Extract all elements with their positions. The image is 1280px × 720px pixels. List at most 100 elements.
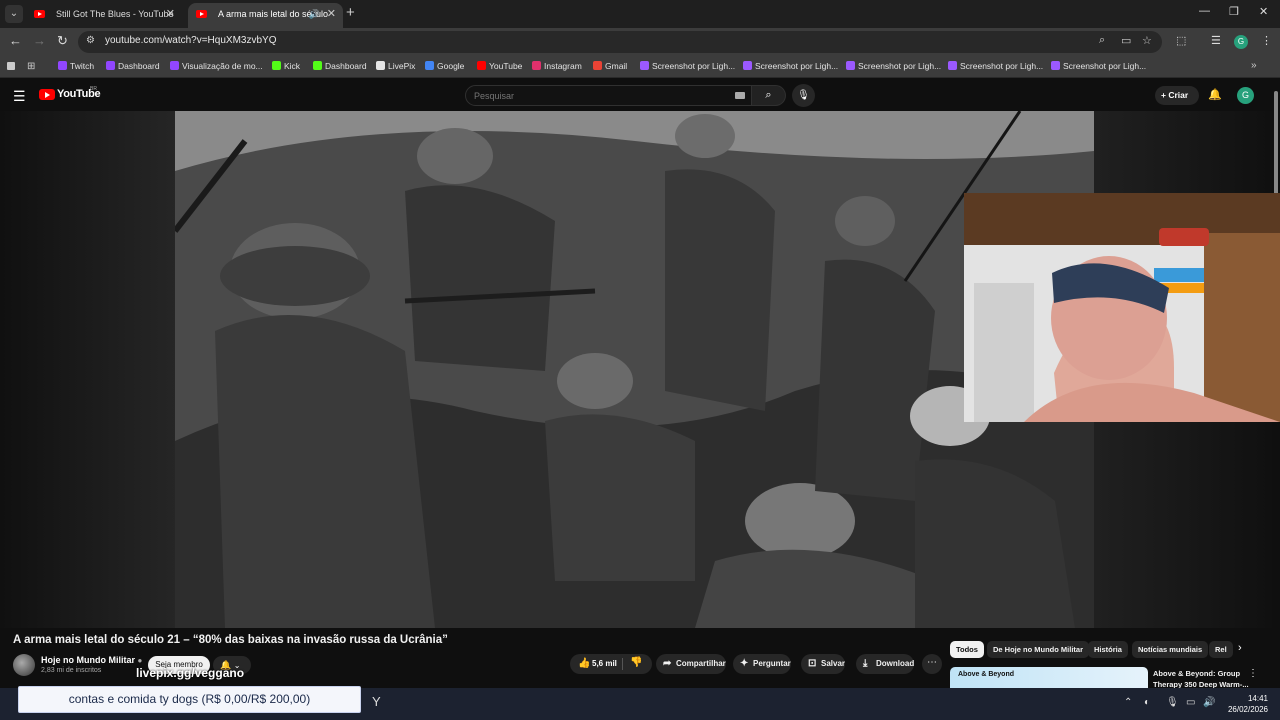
bookmark-item[interactable]: YouTube	[477, 61, 522, 71]
more-bookmarks-icon[interactable]: »	[1251, 60, 1257, 71]
save-button[interactable]: ⊡ Salvar	[801, 654, 846, 674]
webcam-overlay	[964, 193, 1280, 422]
window-close-icon[interactable]: ✕	[1259, 5, 1268, 18]
menu-icon[interactable]: ☰	[13, 88, 26, 105]
extensions-icon[interactable]: ⬚	[1176, 34, 1186, 47]
channel-name[interactable]: Hoje no Mundo Militar ●	[41, 655, 142, 665]
bookmark-item[interactable]: Gmail	[593, 61, 627, 71]
search-button[interactable]: ⌕	[752, 85, 786, 106]
reading-list-icon[interactable]: ☰	[1211, 34, 1221, 47]
ask-button[interactable]: ✦ Perguntar	[733, 654, 791, 674]
recommendation-thumbnail[interactable]: Above & Beyond	[950, 667, 1148, 689]
download-icon: ⤓	[863, 658, 868, 669]
search-input[interactable]	[474, 89, 724, 103]
bookmark-item[interactable]: Instagram	[532, 61, 582, 71]
bookmark-label: Screenshot por Ligh...	[755, 61, 839, 71]
video-frame[interactable]	[175, 111, 1094, 628]
bookmarks-bar: ⊞ Twitch Dashboard Visualização de mo... Ki…	[0, 56, 1280, 78]
channel-avatar[interactable]	[13, 654, 35, 676]
youtube-logo-icon[interactable]	[39, 89, 55, 100]
bookmark-star-icon[interactable]: ☆	[1142, 34, 1152, 47]
bookmark-favicon-icon	[425, 61, 434, 70]
bookmark-favicon-icon	[640, 61, 649, 70]
forward-icon[interactable]: →	[33, 33, 46, 48]
donation-goal-overlay: contas e comida ty dogs (R$ 0,00/R$ 200,…	[18, 686, 361, 713]
microphone-icon[interactable]: 🎙	[792, 84, 815, 107]
volume-icon[interactable]: 🔊	[1203, 697, 1215, 708]
like-icon[interactable]: 👍	[578, 658, 590, 669]
more-actions-button[interactable]: ⋯	[922, 654, 942, 674]
tab-still-got-the-blues[interactable]: Still Got The Blues - YouTube ✕	[26, 3, 182, 28]
video-title: A arma mais letal do século 21 – “80% da…	[13, 634, 448, 646]
zoom-icon[interactable]: ⌕	[1099, 34, 1105, 47]
like-count[interactable]: 5,6 mil	[592, 659, 617, 668]
dislike-icon[interactable]: 👎	[630, 657, 642, 668]
filter-chip[interactable]: História	[1088, 641, 1128, 658]
share-label: Compartilhar	[676, 659, 726, 668]
site-info-icon[interactable]: ⚙	[86, 35, 95, 46]
bookmark-item[interactable]: Screenshot por Ligh...	[948, 61, 1043, 71]
menu-icon[interactable]: ⋮	[1261, 34, 1272, 47]
filter-chip[interactable]: De Hoje no Mundo Militar	[987, 641, 1089, 658]
bookmark-label: Screenshot por Ligh...	[960, 61, 1044, 71]
bookmark-item[interactable]: Screenshot por Ligh...	[640, 61, 735, 71]
bookmark-item[interactable]: Dashboard	[106, 61, 160, 71]
bookmark-label: Screenshot por Ligh...	[1063, 61, 1147, 71]
share-button[interactable]: ➦ Compartilhar	[656, 654, 726, 674]
bookmark-item[interactable]: Twitch	[58, 61, 94, 71]
close-icon[interactable]: ✕	[327, 3, 336, 25]
save-label: Salvar	[821, 659, 846, 668]
video-player[interactable]	[0, 111, 1280, 628]
recommendation-title[interactable]: Above & Beyond: Group Therapy 350 Deep W…	[1153, 668, 1253, 690]
bookmark-item[interactable]: Screenshot por Ligh...	[1051, 61, 1146, 71]
keyboard-icon[interactable]	[735, 92, 745, 99]
filter-chip[interactable]: Notícias mundiais	[1132, 641, 1209, 658]
tab-title: Still Got The Blues - YouTube	[56, 9, 174, 19]
bookmark-label: Google	[437, 61, 465, 71]
thumbnail-brand: Above & Beyond	[958, 671, 1015, 678]
restore-icon[interactable]: ❐	[1229, 5, 1239, 18]
account-avatar[interactable]: G	[1237, 87, 1254, 104]
reload-icon[interactable]: ↻	[57, 33, 68, 49]
filter-chip[interactable]: Todos	[950, 641, 984, 658]
tab-arma-mais-letal[interactable]: A arma mais letal do século 🔊 ✕	[188, 3, 343, 28]
download-button[interactable]: ⤓ Download	[856, 654, 915, 674]
bookmark-favicon-icon	[376, 61, 385, 70]
notifications-bell-icon[interactable]: 🔔	[1208, 88, 1222, 101]
back-icon[interactable]: ←	[9, 33, 22, 48]
speaker-icon[interactable]: 🔊	[309, 3, 320, 25]
bookmark-item[interactable]: Google	[425, 61, 464, 71]
tray-expand-icon[interactable]: ⌃	[1124, 697, 1132, 708]
new-tab-button[interactable]: +	[346, 4, 355, 21]
bookmark-label: Twitch	[70, 61, 95, 71]
bookmark-favicon-icon	[272, 61, 281, 70]
cast-icon[interactable]: ▭	[1121, 34, 1131, 47]
bookmark-item[interactable]: LivePix	[376, 61, 415, 71]
livepix-overlay: livepix.gg/veggano	[136, 666, 245, 680]
create-button[interactable]: + Criar	[1155, 86, 1199, 105]
network-icon[interactable]: ▭	[1186, 697, 1195, 708]
close-icon[interactable]: ✕	[166, 3, 175, 25]
tray-app-icon[interactable]: ◐	[1144, 697, 1150, 708]
bookmark-item[interactable]: Screenshot por Ligh...	[846, 61, 941, 71]
address-bar[interactable]: ⚙ youtube.com/watch?v=HquXM3zvbYQ ⌕ ▭ ☆	[78, 31, 1162, 53]
microphone-tray-icon[interactable]: 🎙	[1166, 697, 1179, 708]
bookmark-label: Dashboard	[118, 61, 160, 71]
search-box[interactable]	[465, 85, 752, 106]
bookmark-item[interactable]: Visualização de mo...	[170, 61, 263, 71]
filter-chip[interactable]: Rel	[1209, 641, 1233, 658]
taskbar-clock[interactable]: 14:41 26/02/2026	[1222, 693, 1268, 715]
minimize-icon[interactable]: —	[1199, 5, 1210, 17]
bookmark-item[interactable]: Screenshot por Ligh...	[743, 61, 838, 71]
tab-search-button[interactable]: ⌄	[5, 5, 23, 23]
grid-icon[interactable]: ⊞	[27, 61, 35, 72]
recommendation-menu-icon[interactable]: ⋮	[1248, 668, 1258, 679]
apps-icon[interactable]	[7, 62, 15, 70]
taskbar-app-icon[interactable]: Y	[372, 694, 381, 709]
chevron-right-icon[interactable]: ›	[1238, 642, 1242, 654]
scrollbar-thumb[interactable]	[1274, 91, 1278, 201]
bookmark-favicon-icon	[170, 61, 179, 70]
bookmark-item[interactable]: Kick	[272, 61, 300, 71]
bookmark-item[interactable]: Dashboard	[313, 61, 367, 71]
profile-avatar[interactable]: G	[1234, 35, 1248, 49]
